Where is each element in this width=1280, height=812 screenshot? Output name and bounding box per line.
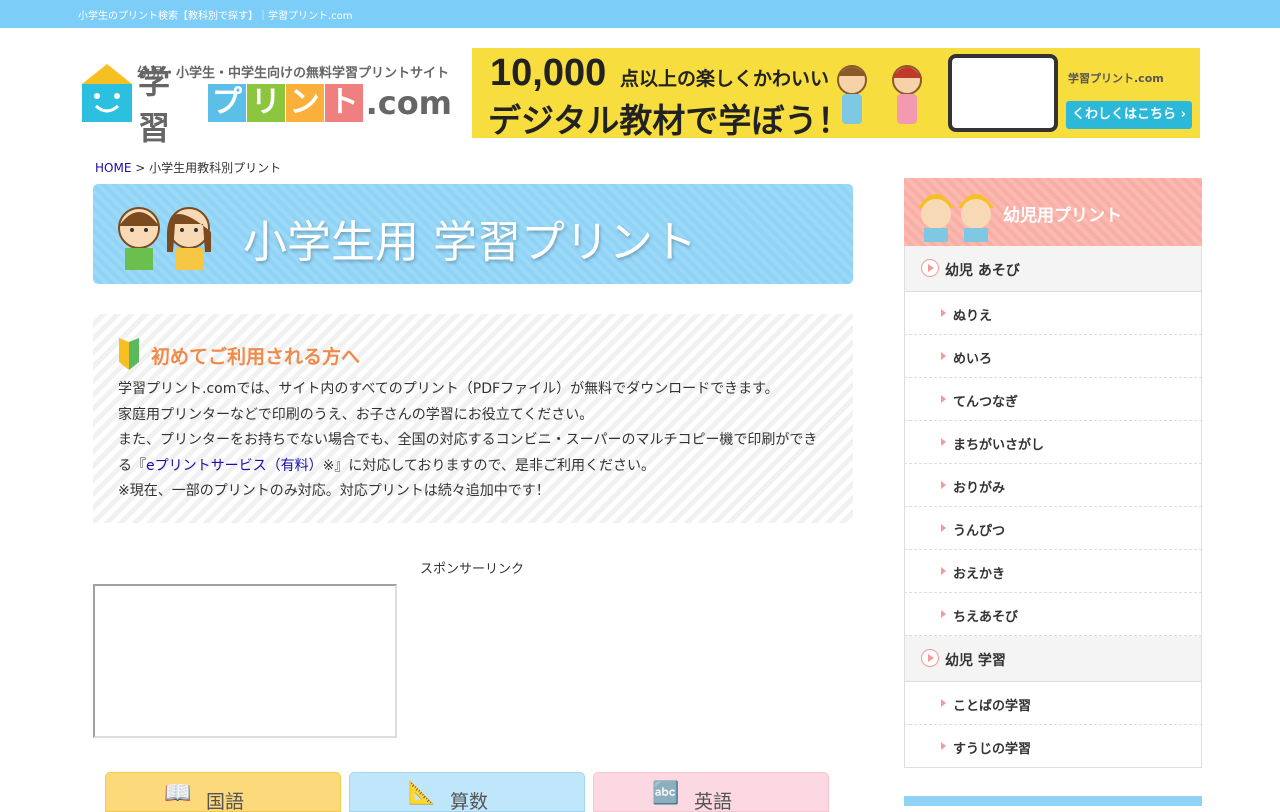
- sidebar-item-label: ちえあそび: [953, 610, 1019, 625]
- logo-wordmark: 学習 プ リ ン ト .com: [138, 63, 453, 147]
- breadcrumb-home-link[interactable]: HOME: [95, 161, 131, 175]
- play-circle-icon: [921, 649, 939, 667]
- play-circle-icon: [921, 259, 939, 277]
- sidebar-item-tentsunagi[interactable]: てんつなぎ: [904, 378, 1202, 421]
- sidebar-item-label: おえかき: [953, 567, 1006, 582]
- breadcrumb-current: 小学生用教科別プリント: [149, 161, 282, 175]
- top-bar-text: 小学生のプリント検索【教科別で探す】｜学習プリント.com: [78, 11, 353, 22]
- triangle-right-icon: [941, 395, 946, 403]
- triangle-right-icon: [941, 524, 946, 532]
- triangle-right-icon: [941, 610, 946, 618]
- subject-tab-sansu[interactable]: 📐 算数: [349, 772, 585, 812]
- sidebar-header[interactable]: 幼児用プリント: [904, 178, 1202, 246]
- sidebar-item-label: ぬりえ: [953, 309, 993, 324]
- logo-suffix: .com: [365, 84, 453, 122]
- breadcrumb-separator: >: [131, 161, 150, 175]
- page-header: 小学生用 学習プリント: [93, 184, 853, 284]
- sidebar-header-title: 幼児用プリント: [1003, 206, 1122, 226]
- ad-slot[interactable]: [93, 584, 397, 738]
- triangle-right-icon: [941, 481, 946, 489]
- banner-details-button[interactable]: くわしくはこちら ›: [1066, 101, 1192, 129]
- banner-line1: 点以上の楽しくかわいい: [620, 68, 830, 90]
- triangle-right-icon: [941, 309, 946, 317]
- sidebar-item-meiro[interactable]: めいろ: [904, 335, 1202, 378]
- beginner-mark-icon: [119, 338, 139, 370]
- intro-line: 家庭用プリンターなどで印刷のうえ、お子さんの学習にお役立てください。: [118, 406, 594, 423]
- sidebar-item-unpitsu[interactable]: うんぴつ: [904, 507, 1202, 550]
- sidebar-category-label: 幼児 学習: [945, 653, 1006, 669]
- sidebar-next-header[interactable]: [904, 796, 1202, 806]
- sidebar-category-gakushu[interactable]: 幼児 学習: [904, 636, 1202, 682]
- sidebar-item-label: ことばの学習: [953, 699, 1032, 714]
- logo-tile: リ: [246, 84, 285, 122]
- intro-title: 初めてご利用される方へ: [151, 346, 361, 368]
- page-title: 小学生用 学習プリント: [243, 217, 697, 268]
- logo-main-text: 学習: [138, 63, 172, 147]
- abc-icon: 🔤: [652, 781, 680, 806]
- book-icon: 📖: [164, 781, 192, 806]
- intro-box: 初めてご利用される方へ 学習プリント.comでは、サイト内のすべてのプリント（P…: [93, 314, 853, 523]
- triangle-right-icon: [941, 352, 946, 360]
- intro-line: また、プリンターをお持ちでない場合でも、全国の対応するコンビニ・スーパーのマルチ…: [118, 432, 818, 448]
- breadcrumb: HOME > 小学生用教科別プリント: [95, 159, 281, 176]
- kids-icon: [118, 207, 211, 270]
- sidebar-item-label: てんつなぎ: [953, 395, 1019, 410]
- kids-illustration-icon: [837, 65, 922, 124]
- logo-tile: ト: [324, 84, 363, 122]
- sidebar-item-suuji[interactable]: すうじの学習: [904, 725, 1202, 768]
- intro-text: ※』に対応しておりますので、是非ご利用ください。: [322, 457, 655, 474]
- intro-body: 学習プリント.comでは、サイト内のすべてのプリント（PDFファイル）が無料でダ…: [118, 377, 838, 505]
- tablet-illustration-icon: [948, 54, 1058, 132]
- banner-line2: デジタル教材で学ぼう！: [488, 101, 851, 138]
- intro-text: る『: [118, 457, 146, 474]
- kids-icon: [918, 194, 994, 242]
- sidebar-item-label: おりがみ: [953, 481, 1006, 496]
- site-logo[interactable]: 幼児・小学生・中学生向けの無料学習プリントサイト 学習 プ リ ン ト .com: [82, 62, 453, 147]
- sponsor-label: スポンサーリンク: [420, 562, 525, 577]
- triangle-right-icon: [941, 699, 946, 707]
- triangle-right-icon: [941, 567, 946, 575]
- subject-tab-eigo[interactable]: 🔤 英語: [593, 772, 829, 812]
- intro-line: る『eプリントサービス（有料）※』に対応しておりますので、是非ご利用ください。: [118, 454, 838, 480]
- top-bar: 小学生のプリント検索【教科別で探す】｜学習プリント.com: [0, 0, 1280, 28]
- sidebar-item-oekaki[interactable]: おえかき: [904, 550, 1202, 593]
- promo-banner[interactable]: 10,000 点以上の楽しくかわいい デジタル教材で学ぼう！ 学習プリント.co…: [472, 48, 1200, 138]
- subject-tab-kokugo[interactable]: 📖 国語: [105, 772, 341, 812]
- logo-tile: プ: [207, 84, 246, 122]
- ruler-icon: 📐: [408, 781, 436, 806]
- sidebar-item-label: まちがいさがし: [953, 438, 1045, 453]
- sidebar-item-label: うんぴつ: [953, 524, 1006, 539]
- logo-tile: ン: [285, 84, 324, 122]
- sidebar-item-origami[interactable]: おりがみ: [904, 464, 1202, 507]
- sidebar-item-machigaisagashi[interactable]: まちがいさがし: [904, 421, 1202, 464]
- eprint-service-link[interactable]: eプリントサービス（有料）: [146, 458, 323, 474]
- intro-line: ※現在、一部のプリントのみ対応。対応プリントは続々追加中です！: [118, 483, 550, 499]
- banner-count: 10,000: [490, 52, 607, 94]
- intro-line: 学習プリント.comでは、サイト内のすべてのプリント（PDFファイル）が無料でダ…: [118, 381, 779, 397]
- sidebar-item-nurie[interactable]: ぬりえ: [904, 292, 1202, 335]
- sidebar-category-asobi[interactable]: 幼児 あそび: [904, 246, 1202, 292]
- sidebar-category-label: 幼児 あそび: [945, 263, 1020, 279]
- sidebar-item-label: めいろ: [953, 352, 993, 367]
- sidebar-item-kotoba[interactable]: ことばの学習: [904, 682, 1202, 725]
- sidebar: 幼児用プリント 幼児 あそび ぬりえ めいろ てんつなぎ まちがいさがし おりが…: [904, 178, 1202, 768]
- banner-mini-logo: 学習プリント.com: [1068, 72, 1164, 85]
- house-icon: [82, 64, 132, 122]
- sidebar-item-chieasobi[interactable]: ちえあそび: [904, 593, 1202, 636]
- triangle-right-icon: [941, 742, 946, 750]
- sidebar-item-label: すうじの学習: [953, 742, 1032, 757]
- triangle-right-icon: [941, 438, 946, 446]
